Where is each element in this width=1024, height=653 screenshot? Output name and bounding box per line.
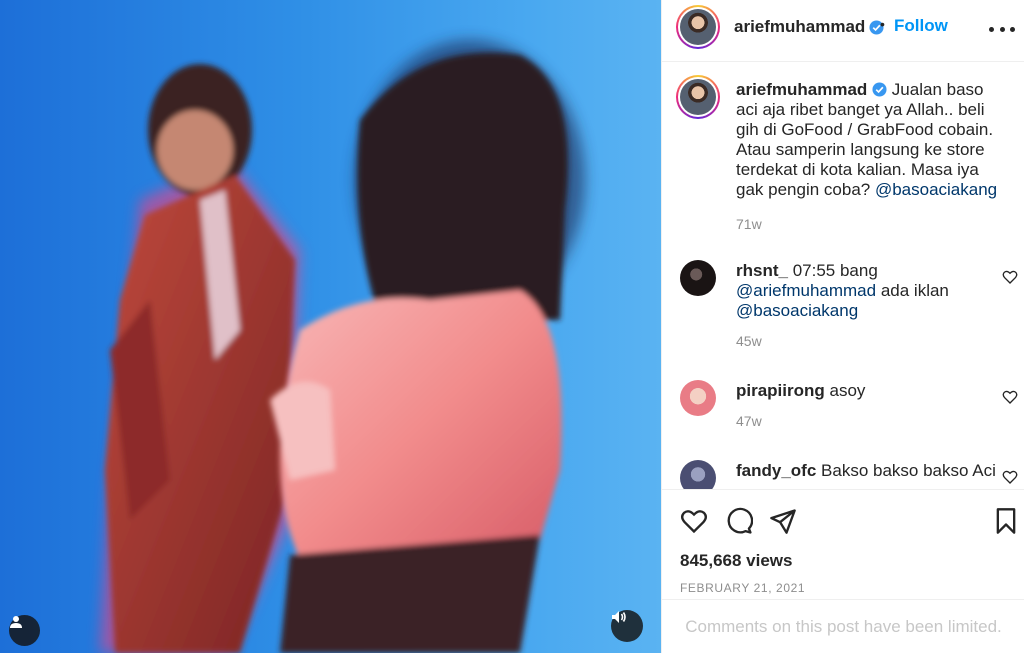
view-count[interactable]: 845,668 views [680, 551, 792, 571]
commenter-avatar[interactable] [680, 260, 716, 296]
comment-time[interactable]: 47w [736, 413, 762, 429]
like-comment-heart-icon[interactable] [1002, 469, 1018, 485]
caption-username[interactable]: ariefmuhammad [736, 80, 867, 99]
audio-toggle-button[interactable] [611, 610, 643, 642]
post-actions: 845,668 views FEBRUARY 21, 2021 [662, 489, 1024, 599]
comment-username[interactable]: fandy_ofc [736, 461, 816, 480]
more-options-icon[interactable] [989, 19, 1015, 39]
separator-dot: • [880, 16, 885, 32]
like-comment-heart-icon[interactable] [1002, 389, 1018, 405]
user-icon [10, 616, 22, 628]
tagged-users-button[interactable] [9, 615, 40, 646]
comment-body: asoy [829, 381, 866, 400]
comment-username[interactable]: rhsnt_ [736, 261, 788, 280]
comment-text: pirapiirong asoy [736, 381, 1004, 401]
like-heart-icon[interactable] [680, 507, 708, 535]
comment-mention[interactable]: @basoaciakang [736, 301, 858, 320]
save-bookmark-icon[interactable] [992, 507, 1020, 535]
caption-mention[interactable]: @basoaciakang [875, 180, 997, 199]
commenter-avatar[interactable] [680, 460, 716, 489]
comment-body: 07:55 bang [792, 261, 878, 280]
author-name-row: ariefmuhammad [734, 17, 884, 37]
post-media[interactable] [0, 0, 661, 653]
author-avatar[interactable] [676, 5, 720, 49]
comments-list[interactable]: ariefmuhammad Jualan baso aci aja ribet … [662, 63, 1024, 489]
caption-avatar[interactable] [676, 75, 720, 119]
caption-text: ariefmuhammad Jualan baso aci aja ribet … [736, 80, 1004, 200]
caption-time[interactable]: 71w [736, 216, 762, 232]
comment-body: Bakso bakso bakso Aci [821, 461, 996, 480]
follow-button[interactable]: Follow [894, 16, 948, 36]
comment-text: fandy_ofc Bakso bakso bakso Aci [736, 461, 1004, 481]
post-date[interactable]: FEBRUARY 21, 2021 [680, 581, 805, 595]
like-comment-heart-icon[interactable] [1002, 269, 1018, 285]
speaker-icon [612, 611, 626, 623]
post-header: ariefmuhammad • Follow [662, 0, 1024, 62]
comment-bubble-icon[interactable] [725, 507, 753, 535]
comment-text: rhsnt_ 07:55 bang @ariefmuhammad ada ikl… [736, 261, 1004, 321]
comment-body: ada iklan [880, 281, 949, 300]
comment-time[interactable]: 45w [736, 333, 762, 349]
commenter-avatar[interactable] [680, 380, 716, 416]
verified-badge-icon [872, 82, 887, 97]
comments-limited-notice: Comments on this post have been limited. [662, 599, 1024, 653]
video-frame [100, 40, 585, 653]
comment-username[interactable]: pirapiirong [736, 381, 825, 400]
post-side-panel: ariefmuhammad • Follow ariefmuhammad Jua… [661, 0, 1024, 653]
author-username[interactable]: ariefmuhammad [734, 17, 865, 37]
comment-mention[interactable]: @ariefmuhammad [736, 281, 876, 300]
share-paper-plane-icon[interactable] [769, 507, 797, 535]
